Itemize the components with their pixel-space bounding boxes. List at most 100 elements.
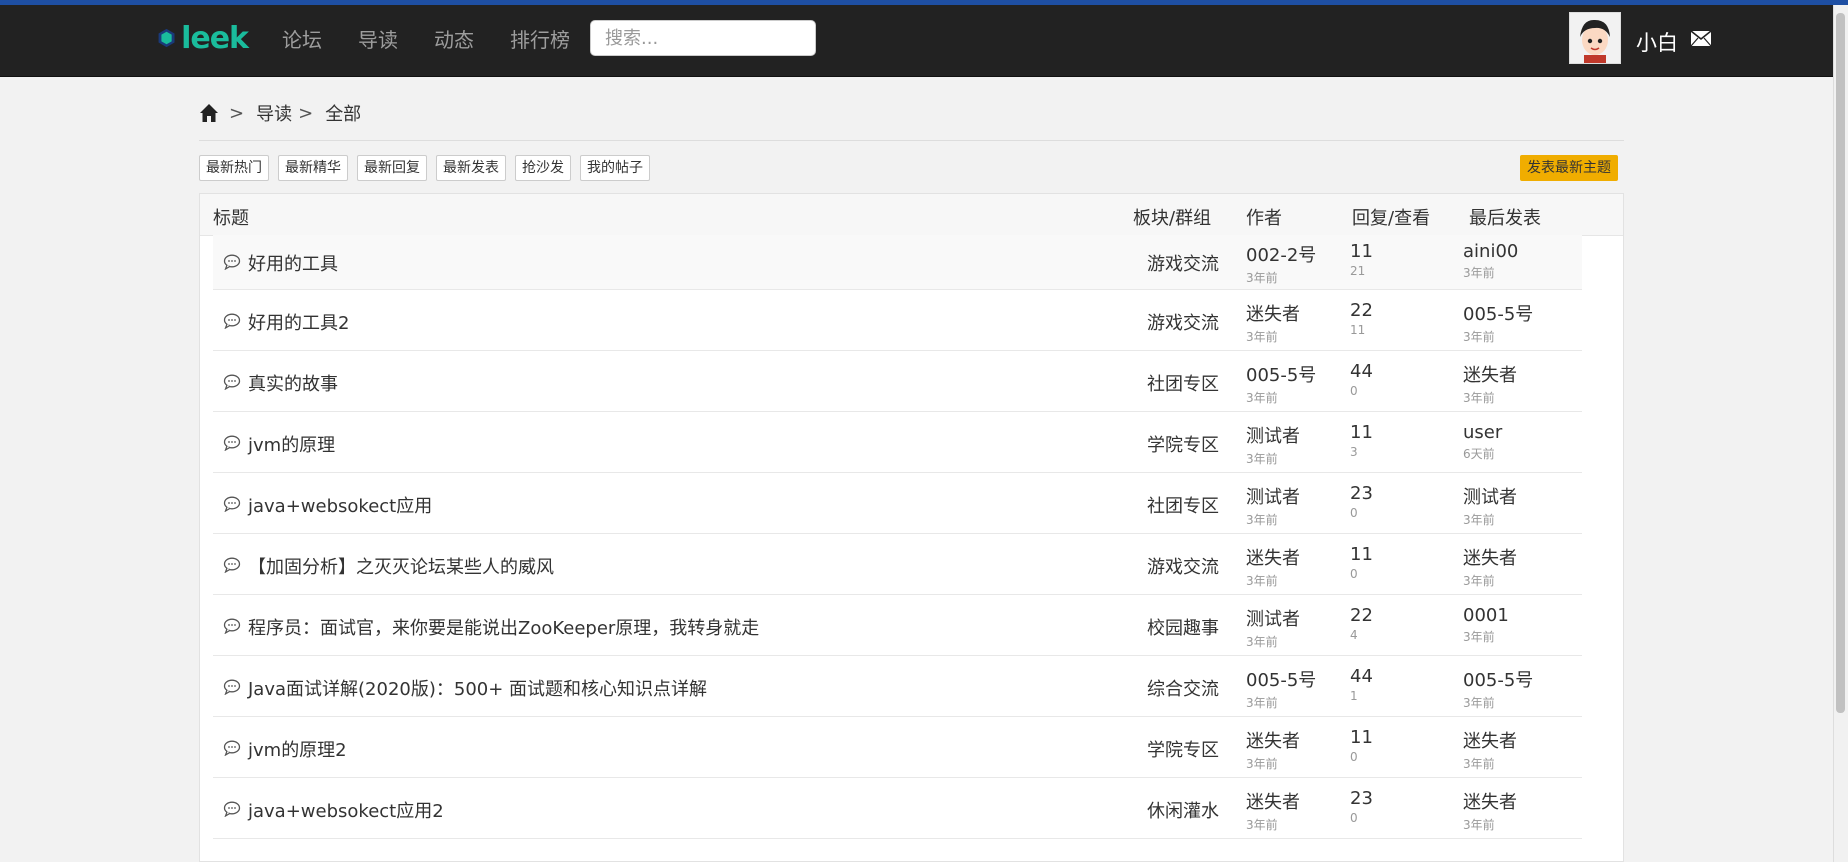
- table-row[interactable]: 【加固分析】之灭灭论坛某些人的威风 游戏交流 迷失者 3年前 11 0 迷失者 …: [213, 534, 1582, 595]
- thread-author: 测试者 3年前: [1246, 483, 1300, 528]
- author-name[interactable]: 002-2号: [1246, 241, 1316, 267]
- table-row[interactable]: Java面试详解(2020版)：500+ 面试题和核心知识点详解 综合交流 00…: [213, 656, 1582, 717]
- thread-board[interactable]: 游戏交流: [1147, 250, 1219, 276]
- last-post-user[interactable]: 测试者: [1463, 483, 1517, 509]
- thread-last-post: 迷失者 3年前: [1463, 361, 1517, 406]
- thread-title[interactable]: java+websokect应用2: [248, 797, 444, 823]
- thread-title[interactable]: 真实的故事: [248, 370, 338, 396]
- author-name[interactable]: 测试者: [1246, 605, 1300, 631]
- nav-link-activity[interactable]: 动态: [434, 23, 474, 57]
- thread-title[interactable]: java+websokect应用: [248, 492, 432, 518]
- author-time: 3年前: [1246, 696, 1278, 710]
- chat-bubble-icon: [223, 313, 241, 329]
- thread-author: 迷失者 3年前: [1246, 727, 1300, 772]
- nav-link-forum[interactable]: 论坛: [282, 23, 322, 57]
- author-name[interactable]: 迷失者: [1246, 544, 1300, 570]
- header-stats: 回复/查看: [1352, 208, 1431, 229]
- breadcrumb-all: 全部: [325, 104, 362, 125]
- author-name[interactable]: 005-5号: [1246, 361, 1316, 387]
- view-count: 0: [1350, 750, 1358, 764]
- new-topic-button[interactable]: 发表最新主题: [1520, 155, 1618, 181]
- thread-title[interactable]: 好用的工具2: [248, 309, 349, 335]
- thread-board[interactable]: 休闲灌水: [1147, 797, 1219, 823]
- last-post-time: 3年前: [1463, 391, 1495, 405]
- author-name[interactable]: 迷失者: [1246, 788, 1300, 814]
- author-name[interactable]: 测试者: [1246, 483, 1300, 509]
- nav-link-ranking[interactable]: 排行榜: [510, 23, 570, 57]
- filter-bar: 最新热门 最新精华 最新回复 最新发表 抢沙发 我的帖子: [199, 155, 659, 181]
- thread-author: 005-5号 3年前: [1246, 361, 1316, 406]
- thread-board[interactable]: 社团专区: [1147, 370, 1219, 396]
- table-row[interactable]: jvm的原理 学院专区 测试者 3年前 11 3 user 6天前: [213, 412, 1582, 473]
- thread-title[interactable]: 程序员：面试官，来你要是能说出ZooKeeper原理，我转身就走: [248, 614, 759, 640]
- last-post-user[interactable]: 005-5号: [1463, 666, 1533, 692]
- thread-title[interactable]: Java面试详解(2020版)：500+ 面试题和核心知识点详解: [248, 675, 707, 701]
- last-post-user[interactable]: user: [1463, 422, 1502, 443]
- thread-board[interactable]: 学院专区: [1147, 736, 1219, 762]
- author-name[interactable]: 测试者: [1246, 422, 1300, 448]
- nav-link-guide[interactable]: 导读: [358, 23, 398, 57]
- thread-list: 好用的工具 游戏交流 002-2号 3年前 11 21 aini00 3年前 好…: [213, 235, 1582, 839]
- home-icon[interactable]: [199, 103, 219, 123]
- table-row[interactable]: 好用的工具2 游戏交流 迷失者 3年前 22 11 005-5号 3年前: [213, 290, 1582, 351]
- breadcrumb-separator: >: [229, 102, 245, 124]
- search-input[interactable]: [590, 20, 816, 56]
- thread-board[interactable]: 游戏交流: [1147, 553, 1219, 579]
- author-name[interactable]: 迷失者: [1246, 300, 1300, 326]
- last-post-user[interactable]: 0001: [1463, 605, 1509, 626]
- avatar[interactable]: [1569, 12, 1621, 64]
- thread-board[interactable]: 社团专区: [1147, 492, 1219, 518]
- thread-author: 测试者 3年前: [1246, 422, 1300, 467]
- thread-last-post: 005-5号 3年前: [1463, 666, 1533, 711]
- filter-hot-button[interactable]: 最新热门: [199, 155, 269, 181]
- author-name[interactable]: 迷失者: [1246, 727, 1300, 753]
- breadcrumb: > 导读 > 全部: [199, 100, 361, 126]
- chat-bubble-icon: [223, 374, 241, 390]
- thread-stats: 11 0: [1350, 544, 1373, 581]
- last-post-user[interactable]: aini00: [1463, 241, 1518, 262]
- last-post-user[interactable]: 迷失者: [1463, 361, 1517, 387]
- table-row[interactable]: 真实的故事 社团专区 005-5号 3年前 44 0 迷失者 3年前: [213, 351, 1582, 412]
- thread-author: 测试者 3年前: [1246, 605, 1300, 650]
- site-logo[interactable]: leek: [158, 15, 249, 61]
- last-post-user[interactable]: 005-5号: [1463, 300, 1533, 326]
- last-post-time: 3年前: [1463, 574, 1495, 588]
- filter-my-posts-button[interactable]: 我的帖子: [580, 155, 650, 181]
- view-count: 0: [1350, 567, 1358, 581]
- table-row[interactable]: java+websokect应用2 休闲灌水 迷失者 3年前 23 0 迷失者 …: [213, 778, 1582, 839]
- chat-bubble-icon: [223, 254, 241, 270]
- filter-sofa-button[interactable]: 抢沙发: [515, 155, 571, 181]
- last-post-user[interactable]: 迷失者: [1463, 727, 1517, 753]
- scrollbar-thumb[interactable]: [1836, 13, 1845, 713]
- breadcrumb-guide[interactable]: 导读: [256, 100, 292, 126]
- thread-board[interactable]: 学院专区: [1147, 431, 1219, 457]
- thread-board[interactable]: 校园趣事: [1147, 614, 1219, 640]
- thread-stats: 11 21: [1350, 241, 1373, 278]
- username[interactable]: 小白: [1636, 27, 1678, 57]
- last-post-user[interactable]: 迷失者: [1463, 788, 1517, 814]
- thread-stats: 22 4: [1350, 605, 1373, 642]
- mail-icon[interactable]: [1690, 30, 1712, 47]
- table-row[interactable]: 程序员：面试官，来你要是能说出ZooKeeper原理，我转身就走 校园趣事 测试…: [213, 595, 1582, 656]
- thread-title[interactable]: 【加固分析】之灭灭论坛某些人的威风: [248, 553, 554, 579]
- thread-title[interactable]: jvm的原理2: [248, 736, 347, 762]
- table-row[interactable]: 好用的工具 游戏交流 002-2号 3年前 11 21 aini00 3年前: [213, 235, 1582, 290]
- last-post-user[interactable]: 迷失者: [1463, 544, 1517, 570]
- filter-featured-button[interactable]: 最新精华: [278, 155, 348, 181]
- thread-last-post: 测试者 3年前: [1463, 483, 1517, 528]
- filter-latest-reply-button[interactable]: 最新回复: [357, 155, 427, 181]
- view-count: 4: [1350, 628, 1358, 642]
- chat-bubble-icon: [223, 496, 241, 512]
- thread-title[interactable]: jvm的原理: [248, 431, 335, 457]
- thread-board[interactable]: 游戏交流: [1147, 309, 1219, 335]
- reply-count: 11: [1350, 241, 1373, 262]
- thread-board[interactable]: 综合交流: [1147, 675, 1219, 701]
- author-name[interactable]: 005-5号: [1246, 666, 1316, 692]
- view-count: 3: [1350, 445, 1358, 459]
- vertical-scrollbar[interactable]: [1833, 5, 1848, 862]
- last-post-time: 3年前: [1463, 513, 1495, 527]
- table-row[interactable]: jvm的原理2 学院专区 迷失者 3年前 11 0 迷失者 3年前: [213, 717, 1582, 778]
- filter-latest-post-button[interactable]: 最新发表: [436, 155, 506, 181]
- table-row[interactable]: java+websokect应用 社团专区 测试者 3年前 23 0 测试者 3…: [213, 473, 1582, 534]
- thread-title[interactable]: 好用的工具: [248, 250, 338, 276]
